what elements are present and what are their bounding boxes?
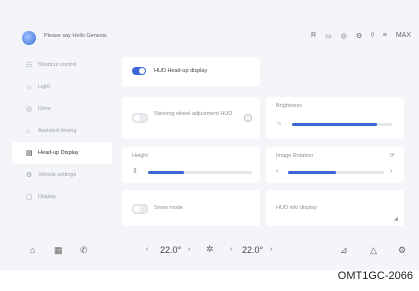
gear-icon: ⚙ xyxy=(26,172,33,179)
sidebar-item-label: Drive xyxy=(38,106,51,112)
corner-arrow-icon: ◢ xyxy=(394,216,398,222)
top-status-bar: Please say Hello Genesis R ▭ ◎ ⚙ ᵍ ≡ MAX xyxy=(0,26,419,50)
brightness-slider-fill xyxy=(292,123,377,126)
status-icon-screen: ▭ xyxy=(325,33,332,40)
sidebar-item-label: Shortcut control xyxy=(38,62,77,68)
right-temperature: 22.0° xyxy=(242,245,264,255)
figure-caption: OMT1GC-2066 xyxy=(337,270,413,282)
left-temp-up-icon[interactable]: › xyxy=(188,246,190,253)
sidebar-item-label: Vehicle settings xyxy=(38,172,77,178)
brightness-icon: ☼ xyxy=(276,120,283,127)
hud-info-card[interactable]: HUD info display ◢ xyxy=(266,190,404,226)
hud-info-label: HUD info display xyxy=(276,205,317,211)
image-rotation-slider-fill xyxy=(288,171,336,174)
status-icons: R ▭ ◎ ⚙ ᵍ ≡ MAX xyxy=(311,32,411,40)
snow-mode-card[interactable]: Snow mode xyxy=(122,190,260,226)
image-rotation-card: Image Rotation 0° ‹ › xyxy=(266,147,404,183)
info-icon[interactable]: i xyxy=(244,114,252,122)
left-temp-down-icon[interactable]: ‹ xyxy=(146,246,148,253)
right-temp-down-icon[interactable]: ‹ xyxy=(230,246,232,253)
voice-assistant-icon[interactable] xyxy=(22,31,36,45)
hud-main-card[interactable]: HUD Head-up display xyxy=(122,57,260,86)
brightness-slider[interactable] xyxy=(292,123,392,126)
settings-gear-icon[interactable]: ⚙ xyxy=(398,245,406,256)
sidebar-item-drive[interactable]: ◎ Drive xyxy=(12,98,112,120)
rotate-right-icon[interactable]: › xyxy=(390,168,392,175)
infotainment-screen: Please say Hello Genesis R ▭ ◎ ⚙ ᵍ ≡ MAX… xyxy=(0,0,419,270)
brightness-card: Brightness ☼ xyxy=(266,97,404,139)
user-icon[interactable]: △ xyxy=(370,245,377,256)
status-icon-r: R xyxy=(311,32,317,39)
hud-icon: ▤ xyxy=(26,150,33,157)
height-label: Height xyxy=(132,153,148,159)
sidebar-item-assisted-driving[interactable]: ⌂ Assisted driving xyxy=(12,120,112,142)
volume-max-label: MAX xyxy=(395,32,411,39)
sidebar-item-label: Light xyxy=(38,84,50,90)
settings-icon[interactable]: ⚙ xyxy=(356,32,362,40)
height-slider[interactable] xyxy=(148,171,252,174)
snow-mode-toggle[interactable] xyxy=(132,204,148,214)
sidebar-item-head-up-display[interactable]: ▤ Head-up Display xyxy=(12,142,112,164)
steering-adjust-toggle[interactable] xyxy=(132,113,148,123)
status-icon-target: ◎ xyxy=(340,33,347,40)
settings-sidebar: ☷ Shortcut control ☼ Light ◎ Drive ⌂ Ass… xyxy=(12,54,112,208)
sidebar-item-label: Head-up Display xyxy=(38,150,79,156)
sidebar-item-shortcut-control[interactable]: ☷ Shortcut control xyxy=(12,54,112,76)
home-icon[interactable]: ⌂ xyxy=(30,245,35,255)
image-rotation-slider[interactable] xyxy=(288,171,384,174)
steering-wheel-icon: ◎ xyxy=(26,106,33,113)
height-icon: ⇕ xyxy=(132,168,138,175)
steering-adjust-label: Steering wheel adjustment HUD xyxy=(154,111,233,117)
steering-adjust-card[interactable]: Steering wheel adjustment HUD i xyxy=(122,97,260,139)
display-icon: ▢ xyxy=(26,194,33,201)
light-icon: ☼ xyxy=(26,83,33,91)
sidebar-item-label: Assisted driving xyxy=(38,128,77,134)
shortcut-icon: ☷ xyxy=(26,62,33,69)
bottom-control-bar: ⌂ ▦ ✆ ‹ 22.0° › ✲ ‹ 22.0° › ⊿ △ ⚙ xyxy=(0,236,419,270)
image-rotation-label: Image Rotation xyxy=(276,153,314,159)
sidebar-item-display[interactable]: ▢ Display xyxy=(12,186,112,208)
image-rotation-value: 0° xyxy=(390,153,396,159)
hud-main-toggle[interactable] xyxy=(132,67,146,75)
rotate-left-icon[interactable]: ‹ xyxy=(276,168,278,175)
menu-icon[interactable]: ≡ xyxy=(383,32,387,40)
signal-icon: ᵍ xyxy=(371,32,374,39)
seat-icon[interactable]: ⊿ xyxy=(340,245,348,256)
hud-main-label: HUD Head-up display xyxy=(154,68,208,74)
car-icon: ⌂ xyxy=(26,127,31,135)
grid-icon[interactable]: ▦ xyxy=(54,245,63,256)
voice-prompt-text: Please say Hello Genesis xyxy=(44,33,107,39)
right-temp-up-icon[interactable]: › xyxy=(270,246,272,253)
sidebar-item-label: Display xyxy=(38,194,57,200)
sidebar-item-vehicle-settings[interactable]: ⚙ Vehicle settings xyxy=(12,164,112,186)
height-slider-fill xyxy=(148,171,185,174)
phone-icon[interactable]: ✆ xyxy=(80,245,88,256)
height-card: Height ⇕ xyxy=(122,147,260,183)
fan-icon[interactable]: ✲ xyxy=(206,244,214,255)
sidebar-item-light[interactable]: ☼ Light xyxy=(12,76,112,98)
left-temperature: 22.0° xyxy=(160,245,182,255)
snow-mode-label: Snow mode xyxy=(154,205,184,211)
brightness-label: Brightness xyxy=(276,103,302,109)
